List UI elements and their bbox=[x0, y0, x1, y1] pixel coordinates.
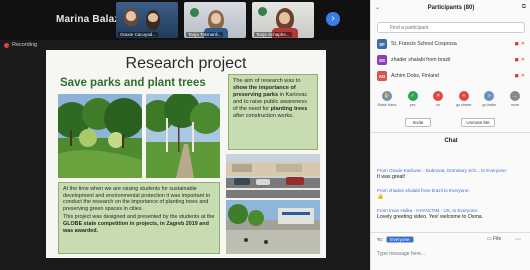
research-aim-box: The aim of research was to show the impo… bbox=[228, 74, 318, 150]
control-label: yes bbox=[409, 103, 416, 107]
video-off-icon: ◼ bbox=[514, 57, 519, 63]
street-photo bbox=[226, 154, 320, 198]
nonverbal-feedback-bar: ✋ Raise Hand ✓ yes ✕ no « go slower » go… bbox=[375, 91, 527, 107]
message-sender: From Iman Hulka - HAYACTIM - US, to Ever… bbox=[377, 208, 479, 213]
chat-message: From Oraxie Karlovac - Dubrovat, Dometar… bbox=[377, 168, 527, 180]
mic-muted-icon: ✕ bbox=[520, 57, 525, 63]
aim-text: after construction works. bbox=[233, 113, 294, 119]
video-off-icon: ◼ bbox=[514, 41, 519, 47]
record-icon bbox=[4, 42, 9, 48]
file-label: File bbox=[493, 236, 502, 242]
mic-muted-icon: ✕ bbox=[520, 41, 525, 47]
message-text: 👍 bbox=[377, 194, 384, 200]
slide-subtitle: Save parks and plant trees bbox=[60, 77, 206, 89]
check-icon: ✓ bbox=[407, 91, 418, 101]
fast-forward-icon: » bbox=[484, 91, 495, 101]
next-page-button[interactable]: › bbox=[326, 12, 340, 26]
description-highlight: GLOBE state competition in projects, in … bbox=[63, 220, 209, 234]
park-photo-2 bbox=[146, 94, 220, 178]
participant-search-input[interactable] bbox=[377, 22, 525, 33]
gallery-strip: Marina Balazine... Oraxie Cacuyad... Tan… bbox=[0, 0, 370, 40]
raise-hand-button[interactable]: ✋ Raise Hand bbox=[375, 91, 399, 107]
chat-recipient: To: Everyone bbox=[377, 236, 414, 243]
zoom-meeting-window: Marina Balazine... Oraxie Cacuyad... Tan… bbox=[0, 0, 530, 270]
popout-icon[interactable]: ⧉ bbox=[522, 4, 526, 11]
message-sender: From zhadon shalabi from brazil to Every… bbox=[377, 188, 470, 193]
file-icon: ▭ bbox=[487, 236, 492, 242]
control-label: more bbox=[510, 103, 520, 107]
avatar: SS bbox=[377, 55, 387, 65]
message-sender: From Oraxie Karlovac - Dubrovat, Dometar… bbox=[377, 168, 507, 173]
participant-thumbnail[interactable]: Tanja Tokmanli... bbox=[184, 2, 246, 38]
hand-icon: ✋ bbox=[382, 91, 392, 101]
mic-muted-icon: ✕ bbox=[520, 73, 525, 79]
participant-row[interactable]: AD Achim Dobs, Finland ◼ ✕ bbox=[377, 70, 525, 82]
thumbnail-name: Tanja Schaphe... bbox=[254, 32, 292, 37]
no-button[interactable]: ✕ no bbox=[426, 91, 450, 107]
to-label: To: bbox=[377, 237, 384, 242]
thumbnail-name: Oraxie Cacuyad... bbox=[118, 32, 159, 37]
chat-message: From zhadon shalabi from brazil to Every… bbox=[377, 188, 527, 200]
description-text: This project was designed and presented … bbox=[63, 214, 215, 221]
chat-message: From Iman Hulka - HAYACTIM - US, to Ever… bbox=[377, 208, 527, 220]
aim-highlight: planting trees bbox=[270, 106, 308, 112]
chat-message-input[interactable] bbox=[377, 248, 525, 260]
yes-button[interactable]: ✓ yes bbox=[401, 91, 425, 107]
avatar: AD bbox=[377, 71, 387, 81]
project-description-box: At the time when we are raising students… bbox=[58, 182, 220, 254]
chat-divider bbox=[371, 232, 530, 233]
recipient-select[interactable]: Everyone bbox=[386, 236, 414, 243]
video-off-icon: ◼ bbox=[514, 73, 519, 79]
participant-name: Achim Dobs, Finland bbox=[391, 73, 439, 79]
chat-more-icon[interactable]: ⋯ bbox=[515, 236, 521, 243]
go-faster-button[interactable]: » go faster bbox=[477, 91, 501, 107]
park-photo-1 bbox=[58, 94, 142, 178]
more-button[interactable]: … more bbox=[503, 91, 527, 107]
participant-thumbnail[interactable]: Oraxie Cacuyad... bbox=[116, 2, 178, 38]
rewind-icon: « bbox=[458, 91, 469, 101]
participant-thumbnail[interactable]: Tanja Schaphe... bbox=[252, 2, 314, 38]
control-label: go faster bbox=[482, 103, 497, 107]
description-paragraph-2: This project was designed and presented … bbox=[63, 214, 215, 234]
invite-button[interactable]: Invite bbox=[405, 118, 431, 127]
message-text: It was great! bbox=[377, 174, 406, 180]
go-slower-button[interactable]: « go slower bbox=[452, 91, 476, 107]
recording-label: Recording bbox=[12, 42, 38, 48]
side-panel: ⌄ Participants (80) ⧉ ⌕ SF St. Francis S… bbox=[370, 0, 530, 270]
message-text: Lovely greeting video. Yes! welcome to O… bbox=[377, 214, 484, 220]
description-paragraph: At the time when we are raising students… bbox=[63, 186, 211, 212]
avatar: SF bbox=[377, 39, 387, 49]
control-label: Raise Hand bbox=[377, 103, 397, 107]
more-icon: … bbox=[509, 91, 520, 101]
aim-text: The aim of research was to bbox=[233, 78, 301, 84]
slide-title: Research project bbox=[125, 55, 247, 72]
x-icon: ✕ bbox=[433, 91, 444, 101]
recording-indicator[interactable]: Recording bbox=[4, 42, 37, 48]
thumbnail-name: Tanja Tokmanli... bbox=[186, 32, 224, 37]
participant-name: zhader shalabi from brazil bbox=[391, 57, 451, 63]
panel-divider bbox=[371, 132, 530, 133]
control-label: go slower bbox=[456, 103, 472, 107]
participant-name: St. Francis School Cosprosa bbox=[391, 41, 457, 47]
participants-header: Participants (80) bbox=[427, 5, 475, 11]
control-label: no bbox=[436, 103, 441, 107]
participant-row[interactable]: SF St. Francis School Cosprosa ◼ ✕ bbox=[377, 38, 525, 50]
video-stage: Marina Balazine... Oraxie Cacuyad... Tan… bbox=[0, 0, 370, 270]
square-photo bbox=[226, 200, 320, 254]
file-button[interactable]: ▭ File bbox=[487, 236, 501, 242]
shared-slide: Research project Save parks and plant tr… bbox=[46, 50, 326, 258]
chat-header: Chat bbox=[444, 138, 458, 144]
participant-row[interactable]: SS zhader shalabi from brazil ◼ ✕ bbox=[377, 54, 525, 66]
unmute-me-button[interactable]: Unmute Me bbox=[461, 118, 495, 127]
